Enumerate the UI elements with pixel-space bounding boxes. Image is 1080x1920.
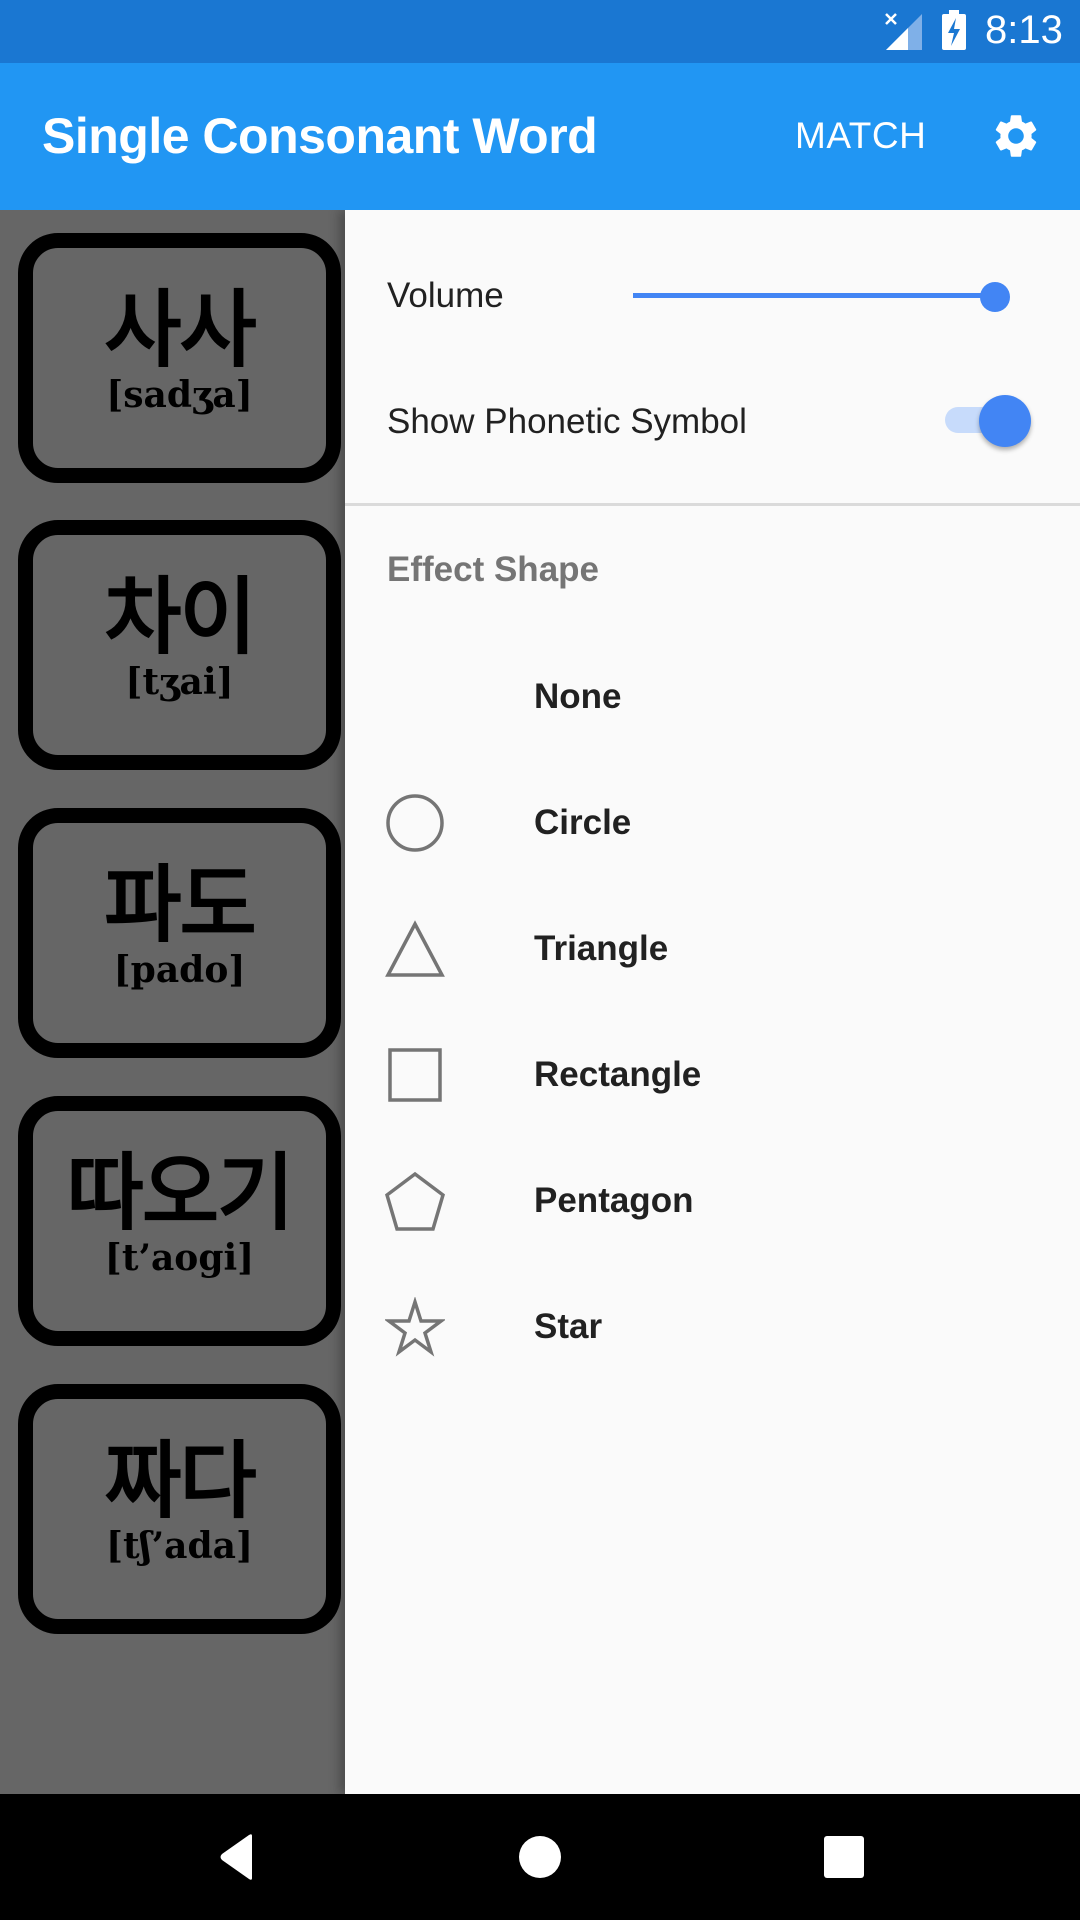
screen: 8:13 Single Consonant Word MATCH 사사 [sad… (0, 0, 1080, 1920)
shape-label: None (534, 677, 622, 716)
status-bar: 8:13 (0, 0, 1080, 63)
back-icon[interactable] (210, 1832, 262, 1882)
app-bar: Single Consonant Word MATCH (0, 63, 1080, 210)
word-text: 파도 (104, 856, 257, 954)
star-icon (385, 1297, 445, 1357)
word-card[interactable]: 파도 [pado] (18, 808, 341, 1058)
volume-slider-track (633, 293, 995, 298)
word-text: 따오기 (66, 1144, 295, 1242)
match-button[interactable]: MATCH (795, 115, 926, 157)
word-card[interactable]: 차이 [tʒai] (18, 520, 341, 770)
phonetic-text: [tʒai] (125, 661, 234, 703)
word-text: 짜다 (104, 1432, 257, 1530)
shape-option-circle[interactable]: Circle (345, 760, 1080, 886)
battery-charging-icon (942, 10, 966, 50)
circle-icon (386, 794, 444, 852)
triangle-icon (385, 920, 445, 977)
signal-no-sim-icon (885, 13, 922, 50)
shape-label: Circle (534, 803, 632, 842)
app-title: Single Consonant Word (42, 108, 598, 164)
shape-option-triangle[interactable]: Triangle (345, 886, 1080, 1012)
rectangle-icon (388, 1048, 442, 1102)
shape-label: Star (534, 1307, 603, 1346)
phonetic-text: [pado] (113, 949, 246, 991)
word-text: 사사 (104, 281, 257, 379)
word-card-list: 사사 [sadʒa] 차이 [tʒai] 파도 [pado] 따오기 [t’ao… (0, 210, 345, 1794)
divider (345, 503, 1080, 506)
volume-slider[interactable] (633, 282, 1013, 312)
shape-label: Pentagon (534, 1181, 694, 1220)
word-card[interactable]: 짜다 [tʃ’ada] (18, 1384, 341, 1634)
shape-label: Rectangle (534, 1055, 702, 1094)
shape-option-rectangle[interactable]: Rectangle (345, 1012, 1080, 1138)
phonetic-text: [sadʒa] (106, 374, 253, 416)
settings-drawer: Volume Show Phonetic Symbol Effect Shape… (345, 210, 1080, 1794)
shape-label: Triangle (534, 929, 669, 968)
word-card[interactable]: 사사 [sadʒa] (18, 233, 341, 483)
gear-icon[interactable] (990, 110, 1042, 162)
recents-icon[interactable] (818, 1832, 870, 1882)
toggle-thumb (979, 395, 1031, 447)
pentagon-icon (385, 1171, 445, 1231)
clock: 8:13 (985, 8, 1063, 52)
word-text: 차이 (104, 568, 257, 666)
volume-slider-thumb[interactable] (980, 282, 1010, 312)
navigation-bar (0, 1794, 1080, 1920)
shape-option-pentagon[interactable]: Pentagon (345, 1138, 1080, 1264)
effect-shape-heading: Effect Shape (387, 550, 599, 589)
phonetic-toggle[interactable] (945, 393, 1035, 447)
phonetic-label: Show Phonetic Symbol (387, 402, 747, 441)
shape-option-none[interactable]: None (345, 634, 1080, 760)
volume-label: Volume (387, 276, 504, 315)
phonetic-text: [tʃ’ada] (106, 1525, 253, 1567)
shape-option-star[interactable]: Star (345, 1264, 1080, 1390)
home-icon[interactable] (514, 1832, 566, 1882)
word-card[interactable]: 따오기 [t’aogi] (18, 1096, 341, 1346)
phonetic-text: [t’aogi] (104, 1237, 255, 1279)
